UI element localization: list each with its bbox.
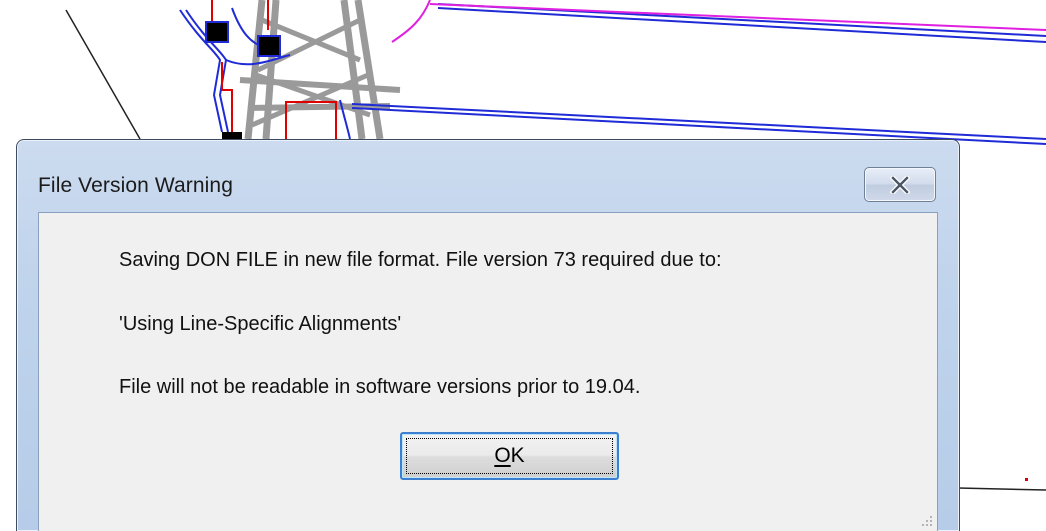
dialog-title: File Version Warning: [38, 174, 233, 197]
file-version-warning-dialog: File Version Warning Saving DON FILE in …: [16, 139, 960, 531]
dialog-titlebar[interactable]: File Version Warning: [17, 140, 959, 212]
resize-grip-icon[interactable]: [918, 512, 934, 528]
red-point: [1025, 478, 1028, 481]
message-line-save-format: Saving DON FILE in new file format. File…: [119, 249, 722, 271]
transmission-tower: [239, 0, 401, 140]
ok-button[interactable]: OK: [400, 432, 619, 480]
dialog-body: Saving DON FILE in new file format. File…: [38, 212, 938, 531]
ok-button-label: OK: [494, 444, 524, 468]
drawing-line: [957, 487, 1046, 491]
close-icon: [890, 175, 910, 194]
close-button[interactable]: [864, 167, 936, 202]
app-canvas: File Version Warning Saving DON FILE in …: [0, 0, 1046, 531]
ok-button-label-rest: K: [510, 444, 525, 467]
message-line-compatibility: File will not be readable in software ve…: [119, 376, 641, 398]
drawing-line: [65, 9, 141, 140]
ok-button-mnemonic: O: [494, 444, 511, 467]
message-line-reason: 'Using Line-Specific Alignments': [119, 313, 402, 335]
